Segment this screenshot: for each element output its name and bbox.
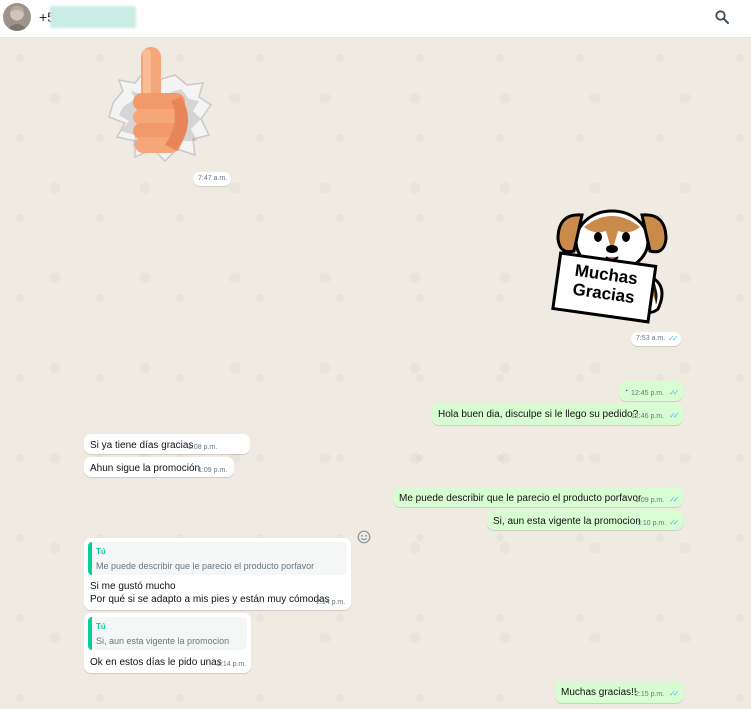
- outgoing-message[interactable]: · 12:45 p.m. ✓✓: [619, 381, 683, 401]
- search-icon[interactable]: [714, 9, 730, 25]
- incoming-message[interactable]: Si ya tiene días gracias 1:08 p.m.: [84, 434, 250, 454]
- read-ticks-icon: ✓✓: [669, 411, 680, 420]
- outgoing-message[interactable]: Me puede describir que le parecio el pro…: [393, 487, 683, 507]
- redaction-overlay: [50, 6, 136, 28]
- quoted-message[interactable]: Tú Me puede describir que le parecio el …: [88, 542, 347, 575]
- avatar-photo: [6, 5, 28, 31]
- incoming-reply-message[interactable]: Tú Si, aun esta vigente la promocion Ok …: [84, 613, 251, 673]
- read-ticks-icon: ✓✓: [669, 388, 680, 397]
- incoming-message[interactable]: Ahun sigue la promoción 1:09 p.m.: [84, 457, 234, 477]
- read-ticks-icon: ✓✓: [669, 689, 680, 698]
- chat-header: +5: [0, 0, 751, 38]
- read-ticks-icon: ✓✓: [669, 495, 680, 504]
- outgoing-message[interactable]: Muchas gracias!! 2:15 p.m. ✓✓: [555, 681, 683, 703]
- sticker-thumbs-up[interactable]: [105, 45, 215, 170]
- avatar[interactable]: [3, 3, 31, 31]
- sticker-timestamp: 7:53 a.m. ✓✓: [631, 332, 681, 346]
- outgoing-message[interactable]: Hola buen dia, disculpe si le llego su p…: [432, 403, 683, 425]
- sticker-dog-thanks[interactable]: Muchas Gracias: [548, 205, 676, 331]
- incoming-reply-message[interactable]: Tú Me puede describir que le parecio el …: [84, 538, 351, 610]
- read-ticks-icon: ✓✓: [669, 518, 680, 527]
- quoted-message[interactable]: Tú Si, aun esta vigente la promocion: [88, 617, 247, 650]
- sticker-timestamp: 7:47 a.m.: [193, 172, 231, 186]
- outgoing-message[interactable]: Si, aun esta vigente la promocion 1:10 p…: [487, 510, 683, 530]
- read-ticks-icon: ✓✓: [668, 334, 679, 343]
- emoji-reaction-icon[interactable]: [357, 530, 371, 544]
